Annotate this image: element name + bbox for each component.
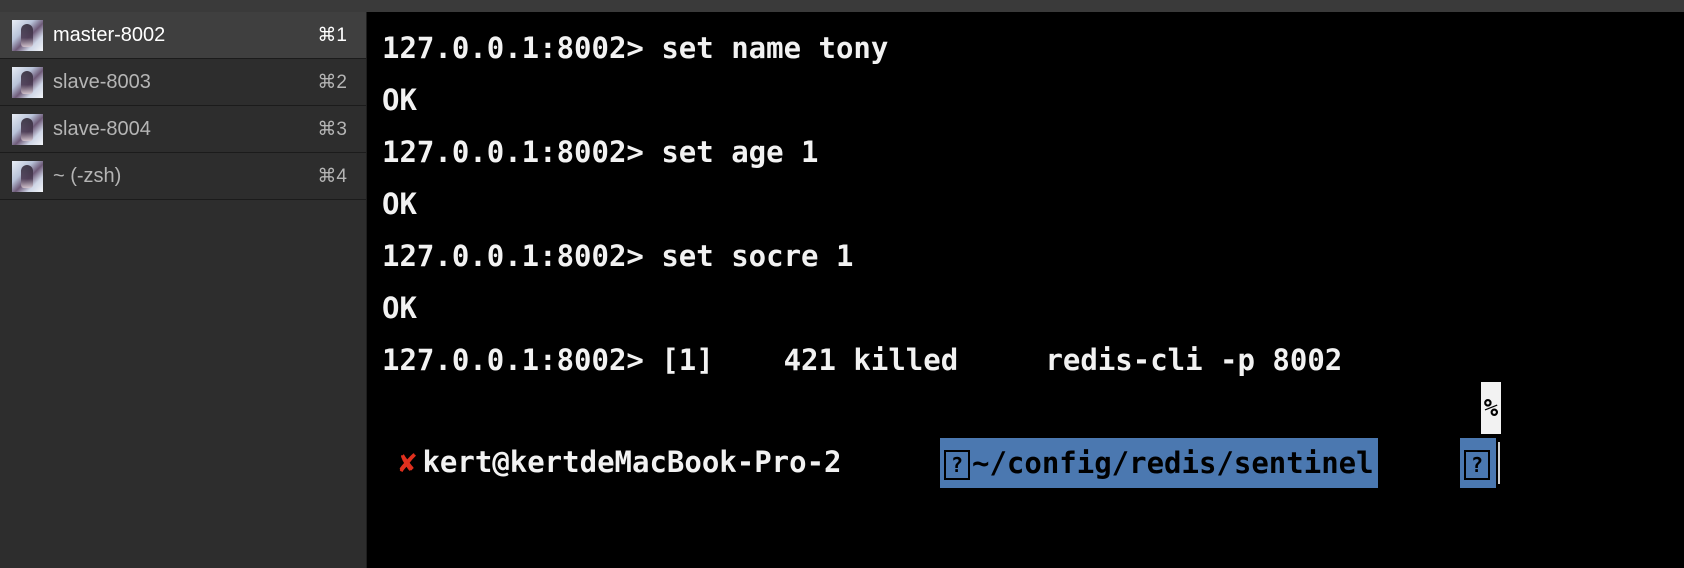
text-cursor (1498, 442, 1500, 484)
title-bar (0, 0, 1684, 12)
terminal-line: OK (382, 291, 417, 325)
shell-prompt: ✘ kert@kertdeMacBook-Pro-2 (399, 436, 842, 488)
terminal-line: 127.0.0.1:8002> [1] 421 killed redis-cli… (382, 343, 1343, 377)
sidebar-tab-slave-8003[interactable]: slave-8003 ⌘2 (0, 59, 366, 106)
avatar-icon (12, 20, 43, 51)
terminal-line: 127.0.0.1:8002> set age 1 (382, 135, 819, 169)
tab-shortcut: ⌘3 (317, 119, 347, 140)
tab-sidebar: master-8002 ⌘1 slave-8003 ⌘2 slave-8004 … (0, 12, 367, 568)
terminal-line: 127.0.0.1:8002> set socre 1 (382, 239, 854, 273)
terminal-app-window: master-8002 ⌘1 slave-8003 ⌘2 slave-8004 … (0, 0, 1684, 568)
avatar-icon (12, 114, 43, 145)
tab-label: ~ (-zsh) (53, 165, 122, 187)
tab-shortcut: ⌘4 (317, 166, 347, 187)
tab-label: slave-8004 (53, 118, 151, 140)
sidebar-tab-master-8002[interactable]: master-8002 ⌘1 (0, 12, 366, 59)
tab-label: slave-8003 (53, 71, 151, 93)
sidebar-tab-slave-8004[interactable]: slave-8004 ⌘3 (0, 106, 366, 153)
prompt-path: ~/config/redis/sentinel (972, 446, 1374, 480)
terminal-line: 127.0.0.1:8002> set name tony (382, 31, 889, 65)
tab-shortcut: ⌘1 (317, 25, 347, 46)
prompt-user-host: kert@kertdeMacBook-Pro-2 (422, 445, 842, 479)
prompt-path-end: ? (1460, 438, 1496, 488)
terminal-line: OK (382, 187, 417, 221)
partial-line-marker: % (1481, 382, 1501, 434)
terminal-line: OK (382, 83, 417, 117)
tab-label: master-8002 (53, 24, 166, 46)
sidebar-tab-zsh[interactable]: ~ (-zsh) ⌘4 (0, 153, 366, 200)
unknown-glyph-icon: ? (944, 450, 970, 480)
avatar-icon (12, 67, 43, 98)
tab-shortcut: ⌘2 (317, 72, 347, 93)
unknown-glyph-icon: ? (1464, 450, 1490, 480)
error-status-icon: ✘ (399, 445, 417, 479)
prompt-path-segment: ? ~/config/redis/sentinel (940, 438, 1378, 488)
avatar-icon (12, 161, 43, 192)
terminal-output[interactable]: 127.0.0.1:8002> set name tony OK 127.0.0… (367, 12, 1684, 568)
